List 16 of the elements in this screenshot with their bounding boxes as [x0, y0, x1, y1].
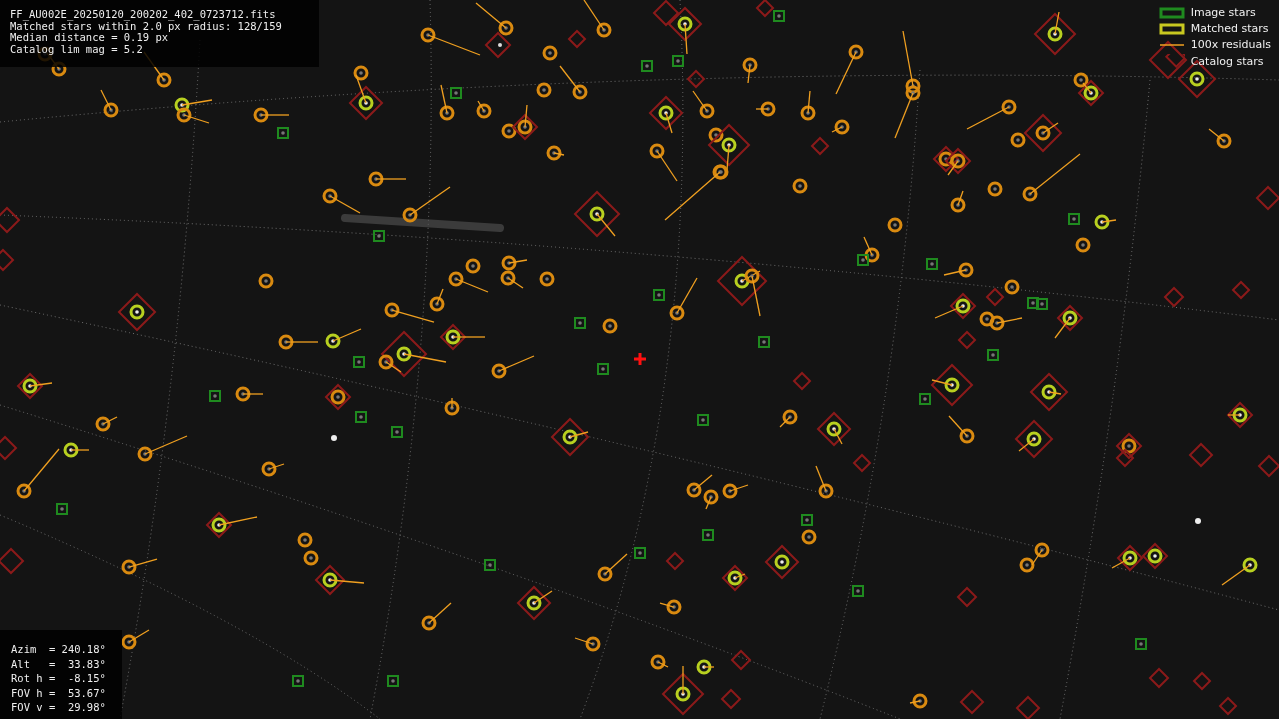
line-icon [1158, 42, 1185, 47]
legend-label: Catalog stars [1190, 54, 1264, 68]
legend-label: Matched stars [1190, 22, 1269, 35]
pointing-text: FOV v = 29.98° [11, 700, 106, 715]
pointing-text: Rot h = -8.15° [11, 671, 106, 686]
pointing-text: Azim = 240.18° [11, 642, 106, 657]
pointing-text: FOV h = 53.67° [11, 685, 106, 700]
info-text: Catalog lim mag = 5.2 [10, 43, 143, 55]
legend-label: Image stars [1190, 6, 1256, 19]
info-text: Matched stars within 2.0 px radius: 128/159 [10, 20, 282, 32]
square-icon [1158, 6, 1185, 19]
info-text: FF_AU002E_20250120_200202_402_0723712.fits [10, 9, 276, 21]
legend-label: 100x residuals [1190, 38, 1271, 51]
info-text: Median distance = 0.19 px [10, 32, 169, 44]
pointing-text: Alt = 33.83° [11, 656, 106, 671]
square-icon [1158, 22, 1185, 35]
